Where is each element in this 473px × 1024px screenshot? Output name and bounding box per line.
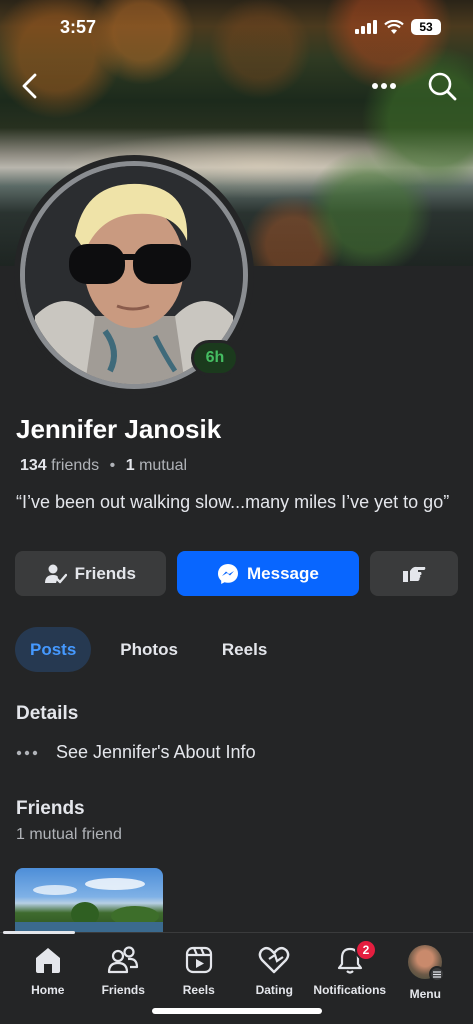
poke-hand-icon bbox=[403, 566, 426, 582]
nav-reels-label: Reels bbox=[182, 983, 215, 997]
home-icon bbox=[35, 948, 60, 973]
friends-heading: Friends bbox=[16, 798, 85, 819]
nav-menu[interactable]: Menu bbox=[388, 945, 464, 1001]
back-icon[interactable] bbox=[18, 72, 42, 100]
status-time: 3:57 bbox=[60, 16, 97, 37]
notification-count-badge: 2 bbox=[355, 939, 377, 961]
more-dots-icon bbox=[16, 750, 38, 755]
friends-button[interactable]: Friends bbox=[15, 551, 166, 596]
mutual-word: mutual bbox=[139, 457, 188, 474]
mutual-friends-count: 1 mutual friend bbox=[16, 826, 122, 843]
friends-button-label: Friends bbox=[74, 563, 137, 583]
nav-home-label: Home bbox=[31, 983, 65, 997]
nav-dating[interactable]: Dating bbox=[237, 945, 313, 1001]
more-options-icon[interactable] bbox=[371, 82, 397, 90]
tab-photos[interactable]: Photos bbox=[105, 627, 193, 672]
about-info-link[interactable]: See Jennifer's About Info bbox=[16, 742, 256, 763]
reels-icon bbox=[185, 946, 212, 974]
details-heading: Details bbox=[16, 703, 79, 724]
wifi-icon bbox=[384, 19, 404, 34]
mutual-count: 1 bbox=[125, 457, 135, 474]
status-icons: 53 bbox=[355, 19, 441, 35]
nav-notifications-label: Notifications bbox=[313, 983, 387, 997]
message-button-label: Message bbox=[247, 563, 319, 583]
nav-dating-label: Dating bbox=[255, 983, 293, 997]
messenger-icon bbox=[218, 563, 238, 584]
nav-menu-label: Menu bbox=[409, 987, 441, 1001]
poke-button[interactable] bbox=[370, 551, 458, 596]
nav-friends-label: Friends bbox=[101, 983, 145, 997]
friends-count: 134 bbox=[20, 457, 47, 474]
profile-stats[interactable]: 134 friends • 1 mutual bbox=[20, 457, 187, 475]
story-age-badge[interactable]: 6h bbox=[191, 340, 239, 376]
tab-reels[interactable]: Reels bbox=[207, 627, 282, 672]
friends-word: friends bbox=[51, 457, 100, 474]
menu-hamburger-icon bbox=[429, 966, 446, 982]
profile-name: Jennifer Janosik bbox=[16, 414, 222, 444]
stats-separator: • bbox=[109, 457, 116, 474]
home-indicator bbox=[152, 1008, 322, 1014]
search-icon[interactable] bbox=[427, 71, 457, 101]
tab-posts[interactable]: Posts bbox=[15, 627, 92, 672]
battery-indicator: 53 bbox=[411, 19, 441, 35]
about-info-label: See Jennifer's About Info bbox=[56, 742, 256, 762]
signal-icon bbox=[355, 20, 377, 34]
profile-bio: “I’ve been out walking slow...many miles… bbox=[16, 492, 450, 512]
friends-icon bbox=[108, 946, 139, 974]
friend-thumbnail[interactable] bbox=[15, 868, 163, 932]
cover-nav-right bbox=[371, 71, 457, 101]
menu-profile-avatar bbox=[408, 945, 446, 982]
dating-heart-icon bbox=[258, 946, 290, 974]
profile-tabs: Posts Photos Reels bbox=[15, 627, 282, 672]
friend-check-icon bbox=[44, 564, 67, 583]
message-button[interactable]: Message bbox=[176, 551, 360, 596]
friend-photo-illustration bbox=[15, 878, 163, 932]
profile-actions: Friends Message bbox=[15, 551, 458, 596]
status-bar: 3:57 53 bbox=[0, 0, 473, 54]
active-tab-indicator bbox=[3, 931, 75, 934]
nav-friends[interactable]: Friends bbox=[86, 945, 162, 1001]
cover-nav bbox=[0, 66, 473, 106]
nav-notifications[interactable]: 2 Notifications bbox=[312, 939, 388, 1001]
nav-reels[interactable]: Reels bbox=[161, 945, 237, 1001]
bottom-nav-items: Home Friends Reels Dating 2 Notification… bbox=[0, 933, 473, 1001]
nav-home[interactable]: Home bbox=[10, 945, 86, 1001]
